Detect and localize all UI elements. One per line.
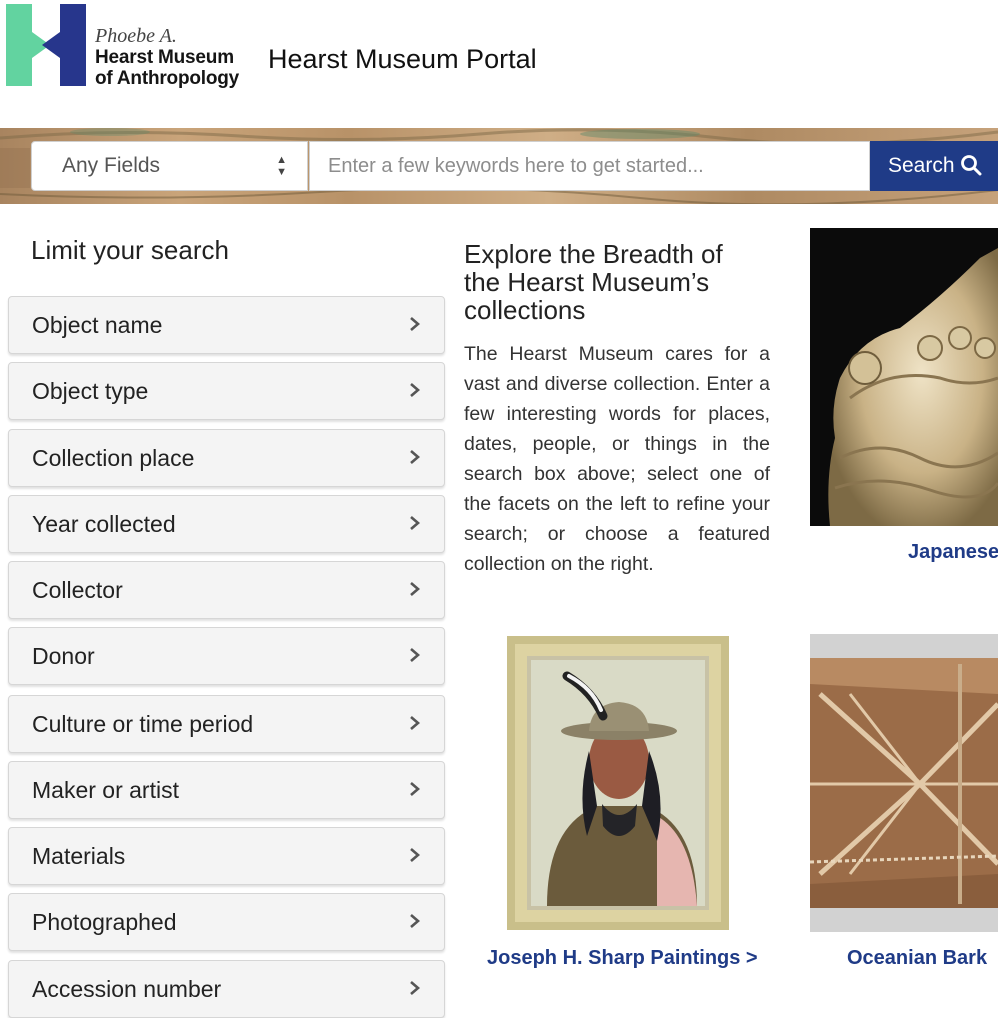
facet-year-collected[interactable]: Year collected — [8, 495, 445, 553]
bark-painting-image[interactable] — [810, 634, 998, 932]
chevron-right-icon — [410, 914, 420, 928]
chevron-right-icon — [410, 317, 420, 331]
explore-description: The Hearst Museum cares for a vast and d… — [464, 343, 770, 575]
field-select[interactable]: Any Fields ▲ ▼ — [31, 141, 308, 191]
explore-heading: Explore the Breadth of the Hearst Museum… — [464, 239, 723, 325]
facet-materials[interactable]: Materials — [8, 827, 445, 885]
featured-link-oceanian-bark[interactable]: Oceanian Bark — [847, 947, 987, 970]
magnifier-icon — [961, 155, 982, 176]
ivory-boat-carving-graphic — [828, 248, 998, 526]
facet-label: Object name — [32, 312, 163, 338]
search-button-label: Search — [888, 154, 955, 177]
chevron-right-icon — [410, 648, 420, 662]
bark-painting-graphic — [810, 634, 998, 932]
portrait-painting-graphic — [507, 636, 729, 930]
facet-maker-or-artist[interactable]: Maker or artist — [8, 761, 445, 819]
logo-line-3: of Anthropology — [95, 68, 240, 89]
portal-title[interactable]: Hearst Museum Portal — [268, 44, 537, 75]
portrait-painting-image[interactable] — [507, 636, 729, 930]
select-arrows-icon: ▲ ▼ — [276, 154, 287, 178]
facet-photographed[interactable]: Photographed — [8, 893, 445, 951]
featured-link-japanese[interactable]: Japanese — [908, 541, 998, 564]
logo-line-1: Phoebe A. — [95, 25, 177, 47]
facet-label: Culture or time period — [32, 711, 254, 737]
chevron-right-icon — [410, 981, 420, 995]
facet-object-name[interactable]: Object name — [8, 296, 445, 354]
chevron-right-icon — [410, 782, 420, 796]
facet-label: Photographed — [32, 909, 177, 935]
chevron-right-icon — [410, 450, 420, 464]
limit-search-title: Limit your search — [31, 235, 229, 265]
logo-line-2: Hearst Museum — [95, 47, 234, 68]
facet-label: Maker or artist — [32, 777, 179, 803]
facet-label: Collection place — [32, 445, 195, 471]
facet-label: Materials — [32, 843, 126, 869]
chevron-right-icon — [410, 716, 420, 730]
facet-label: Accession number — [32, 976, 222, 1002]
facet-object-type[interactable]: Object type — [8, 362, 445, 420]
facet-donor[interactable]: Donor — [8, 627, 445, 685]
facet-label: Collector — [32, 577, 123, 603]
museum-logo-text[interactable]: Phoebe A. Hearst Museum of Anthropology — [95, 25, 240, 90]
facet-label: Year collected — [32, 511, 176, 537]
facet-label: Donor — [32, 643, 95, 669]
chevron-right-icon — [410, 582, 420, 596]
chevron-right-icon — [410, 516, 420, 530]
museum-logo-icon[interactable] — [6, 4, 86, 86]
facet-collector[interactable]: Collector — [8, 561, 445, 619]
chevron-right-icon — [410, 848, 420, 862]
facet-label: Object type — [32, 378, 149, 404]
search-input[interactable] — [309, 141, 870, 191]
field-select-value: Any Fields — [62, 154, 161, 177]
chevron-right-icon — [410, 383, 420, 397]
facet-accession-number[interactable]: Accession number — [8, 960, 445, 1018]
facet-collection-place[interactable]: Collection place — [8, 429, 445, 487]
site-header: Phoebe A. Hearst Museum of Anthropology … — [0, 0, 998, 128]
search-button[interactable]: Search — [870, 141, 998, 191]
ivory-boat-carving-image[interactable] — [810, 228, 998, 526]
facet-culture-or-time-period[interactable]: Culture or time period — [8, 695, 445, 753]
featured-link-sharp-paintings[interactable]: Joseph H. Sharp Paintings > — [487, 947, 758, 970]
